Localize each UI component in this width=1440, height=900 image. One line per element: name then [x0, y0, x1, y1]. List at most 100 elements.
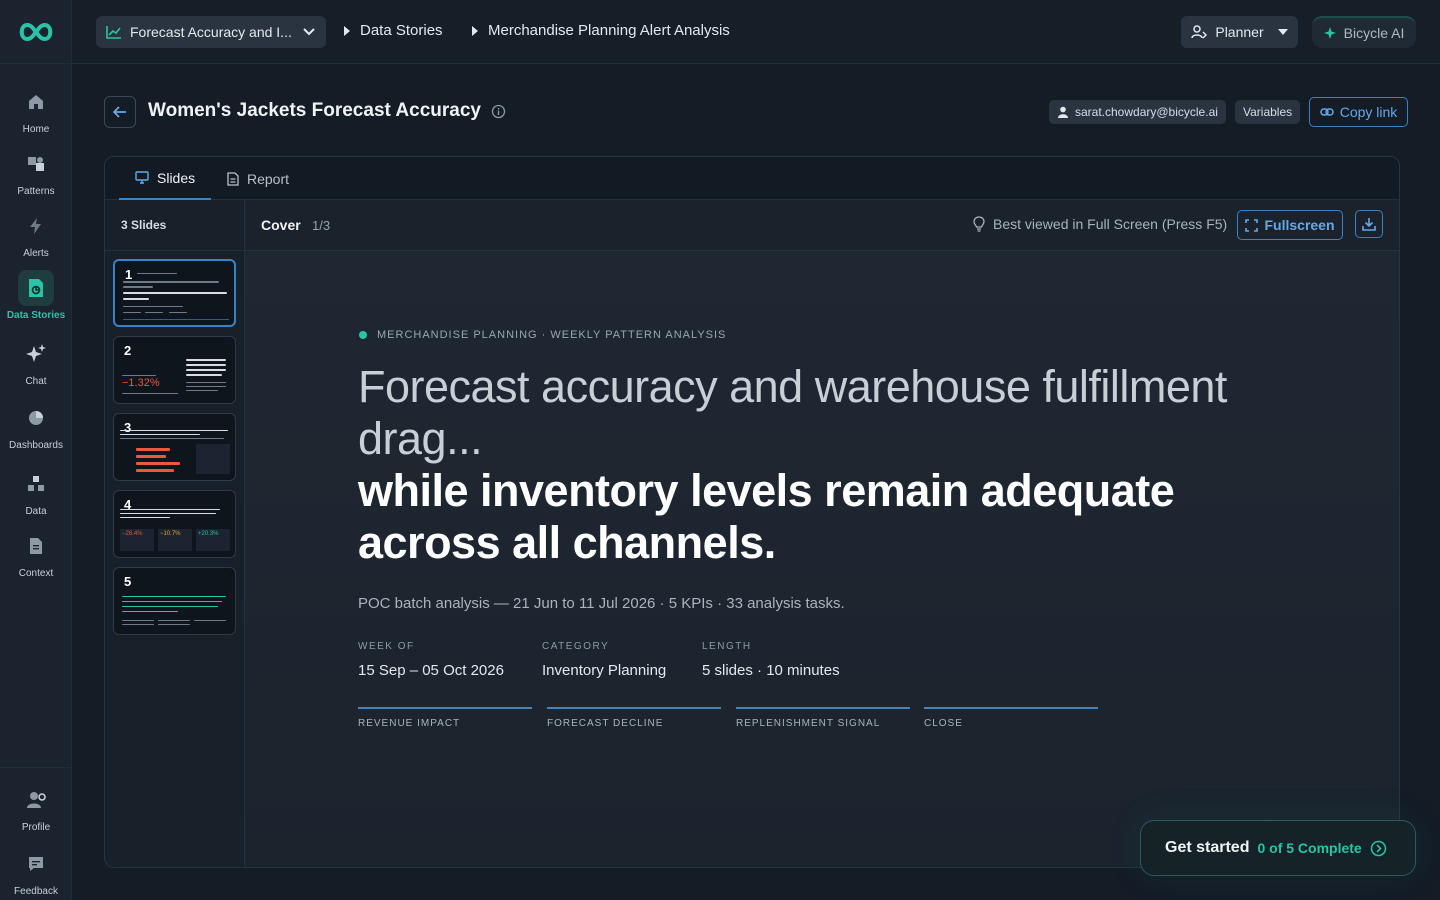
slide-thumb-figure: −28.4%	[122, 531, 143, 537]
home-icon	[18, 84, 54, 120]
slide-thumb-number: 2	[124, 343, 132, 358]
fullscreen-hint-text: Best viewed in Full Screen (Press F5)	[993, 216, 1228, 232]
meta-value: 5 slides · 10 minutes	[702, 662, 840, 679]
app-logo[interactable]	[0, 0, 71, 64]
variables-label: Variables	[1243, 105, 1293, 119]
bicycle-ai-button[interactable]: Bicycle AI	[1312, 16, 1416, 48]
slide-thumb-figure: +20.3%	[198, 531, 219, 537]
nav-item-feedback[interactable]: Feedback	[0, 846, 72, 897]
nav-item-home[interactable]: Home	[0, 84, 72, 135]
nav-item-context[interactable]: Context	[0, 528, 72, 579]
chevron-down-icon	[303, 28, 315, 36]
slides-count: 3 Slides	[121, 218, 167, 232]
nav-item-label: Feedback	[14, 886, 58, 897]
nav-item-data-stories[interactable]: Data Stories	[0, 270, 72, 321]
nav-item-dashboards[interactable]: Dashboards	[0, 400, 72, 451]
chevron-right-circle-icon	[1370, 840, 1386, 856]
caret-right-icon	[344, 25, 350, 36]
expand-icon	[1245, 218, 1259, 232]
nav-item-label: Dashboards	[9, 440, 63, 451]
copy-link-label: Copy link	[1339, 104, 1398, 120]
get-started-widget[interactable]: Get started 0 of 5 Complete	[1140, 820, 1416, 876]
rail-divider	[0, 767, 72, 768]
meta-label: CATEGORY	[542, 641, 610, 652]
slide-thumb-4[interactable]: 4 −28.4% −10.7% +20.3%	[113, 490, 236, 558]
breadcrumb-label: Merchandise Planning Alert Analysis	[488, 22, 730, 39]
top-bar: Forecast Accuracy and I... Data Stories …	[72, 0, 1440, 64]
slide-thumb-figure: −1.32%	[122, 377, 160, 389]
tab-label: Report	[247, 170, 290, 187]
nav-item-data[interactable]: Data	[0, 466, 72, 517]
breadcrumb-label: Data Stories	[360, 22, 443, 39]
role-select[interactable]: Planner	[1181, 16, 1298, 48]
role-select-value: Planner	[1215, 24, 1264, 40]
tab-label: Slides	[157, 169, 196, 186]
patterns-icon	[18, 146, 54, 182]
caret-right-icon	[472, 25, 478, 36]
page-title: Women's Jackets Forecast Accuracy	[148, 100, 506, 122]
link-icon	[1319, 108, 1334, 116]
slide-eyebrow-text: MERCHANDISE PLANNING · WEEKLY PATTERN AN…	[377, 329, 727, 341]
back-button[interactable]	[104, 96, 136, 128]
fullscreen-label: Fullscreen	[1264, 217, 1335, 233]
document-icon	[18, 528, 54, 564]
nav-item-label: Context	[18, 568, 54, 579]
get-started-label: Get started	[1165, 839, 1250, 856]
slide-thumb-number: 3	[124, 420, 132, 435]
nav-item-patterns[interactable]: Patterns	[0, 146, 72, 197]
story-panel: Slides Report 3 Slides 1 2 −1.32% 3 4 −2…	[104, 156, 1400, 868]
slide-thumb-3[interactable]: 3	[113, 413, 236, 481]
tab-report[interactable]: Report	[227, 157, 289, 200]
cubes-icon	[18, 466, 54, 502]
line-chart-icon	[106, 26, 121, 39]
nav-item-label: Alerts	[23, 248, 49, 259]
nav-item-label: Chat	[25, 376, 47, 387]
bicycle-ai-label: Bicycle AI	[1343, 25, 1405, 41]
slide-thumb-1[interactable]: 1	[113, 259, 236, 327]
slide-thumb-figure: −10.7%	[160, 531, 181, 537]
workspace-select[interactable]: Forecast Accuracy and I...	[96, 16, 326, 48]
info-icon[interactable]	[491, 104, 506, 119]
nav-item-label: Data	[25, 506, 47, 517]
user-switch-icon	[1191, 25, 1208, 39]
nav-item-chat[interactable]: Chat	[0, 336, 72, 387]
status-dot	[359, 331, 367, 339]
nav-item-profile[interactable]: Profile	[0, 782, 72, 833]
feedback-icon	[18, 846, 54, 882]
slide-thumb-5[interactable]: 5	[113, 567, 236, 635]
meta-length: LENGTH 5 slides · 10 minutes	[702, 641, 840, 679]
profile-gear-icon	[18, 782, 54, 818]
nav-item-label: Patterns	[17, 186, 55, 197]
slides-divider	[105, 250, 245, 251]
fullscreen-button[interactable]: Fullscreen	[1237, 210, 1343, 240]
data-stories-icon	[18, 270, 54, 306]
meta-week-of: WEEK OF 15 Sep – 05 Oct 2026	[358, 641, 504, 679]
workspace-select-value: Forecast Accuracy and I...	[130, 24, 292, 40]
nav-item-alerts[interactable]: Alerts	[0, 208, 72, 259]
slide-viewer-header: Cover 1/3 Best viewed in Full Screen (Pr…	[245, 200, 1399, 251]
copy-link-button[interactable]: Copy link	[1309, 97, 1408, 127]
current-slide-position: 1/3	[312, 218, 331, 233]
tab-slides[interactable]: Slides	[119, 157, 212, 200]
monitor-icon	[135, 171, 149, 184]
download-button[interactable]	[1355, 210, 1383, 238]
section-replenishment-signal: REPLENISHMENT SIGNAL	[736, 707, 910, 729]
infinity-logo-icon	[19, 22, 52, 41]
breadcrumb-data-stories[interactable]: Data Stories	[344, 22, 443, 39]
nav-item-label: Data Stories	[6, 310, 66, 321]
slide-thumb-2[interactable]: 2 −1.32%	[113, 336, 236, 404]
view-tabs: Slides Report	[105, 157, 1399, 200]
slides-thumbnail-list: 3 Slides 1 2 −1.32% 3 4 −28.4% −10.7% +2…	[105, 200, 245, 867]
meta-label: WEEK OF	[358, 641, 415, 652]
meta-label: LENGTH	[702, 641, 752, 652]
section-forecast-decline: FORECAST DECLINE	[547, 707, 721, 729]
fullscreen-hint: Best viewed in Full Screen (Press F5)	[973, 216, 1227, 232]
variables-button[interactable]: Variables	[1235, 100, 1301, 124]
lightbulb-icon	[973, 216, 985, 232]
left-nav-rail: Home Patterns Alerts Data Stories Chat D…	[0, 0, 72, 900]
sparkle-icon	[1323, 27, 1336, 39]
nav-item-label: Home	[22, 124, 50, 135]
page-title-text: Women's Jackets Forecast Accuracy	[148, 100, 481, 121]
meta-value: 15 Sep – 05 Oct 2026	[358, 662, 504, 679]
user-chip[interactable]: sarat.chowdary@bicycle.ai	[1049, 100, 1226, 124]
